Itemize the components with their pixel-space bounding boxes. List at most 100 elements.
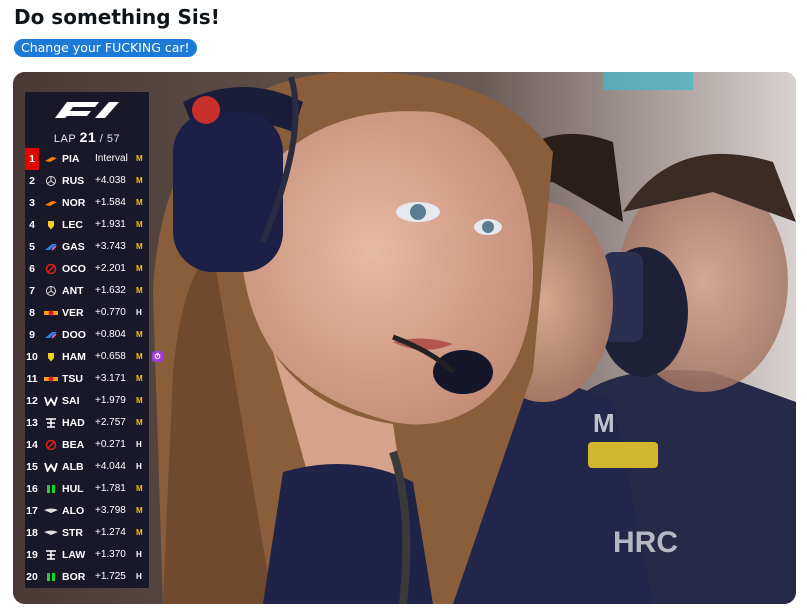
position-number: 14: [26, 439, 38, 451]
standings-row: 5 GAS +3.743 M: [25, 236, 149, 258]
redbull-icon: [44, 376, 58, 382]
post-title: Do something Sis!: [14, 5, 220, 29]
tyre-compound: M: [136, 198, 143, 207]
astonmartin-icon: [44, 530, 58, 535]
tyre-compound: M: [136, 418, 143, 427]
racingbulls-icon: [46, 418, 56, 428]
standings-row: 6 OCO +2.201 M: [25, 258, 149, 280]
interval-gap: +2.757: [95, 417, 126, 428]
tyre-compound: M: [136, 154, 143, 163]
lap-total: / 57: [99, 133, 121, 145]
position-number: 12: [26, 395, 38, 407]
position-number: 1: [25, 148, 39, 170]
position-number: 10: [26, 351, 38, 363]
interval-gap: +3.798: [95, 505, 126, 516]
williams-icon: [44, 462, 58, 472]
position-number: 8: [29, 307, 35, 319]
tyre-compound: M: [136, 374, 143, 383]
standings-row: 14 BEA +0.271 H: [25, 434, 149, 456]
driver-code: HAD: [62, 417, 85, 429]
sauber-icon: [47, 573, 55, 581]
tyre-compound: M: [136, 506, 143, 515]
standings-row: 20 BOR +1.725 H: [25, 566, 149, 588]
f1-timing-tower: LAP 21 / 57 1 PIA Interval M 2 RUS +4.038 M 3 NOR…: [25, 92, 163, 588]
standings-row: 16 HUL +1.781 M: [25, 478, 149, 500]
haas-icon: [45, 264, 57, 274]
driver-code: HUL: [62, 483, 84, 495]
tyre-compound: H: [136, 550, 142, 559]
fastest-lap-icon: ⏱: [152, 351, 163, 362]
driver-code: OCO: [62, 263, 86, 275]
standings-row: 4 LEC +1.931 M: [25, 214, 149, 236]
interval-gap: +1.781: [95, 483, 126, 494]
position-number: 13: [26, 417, 38, 429]
tyre-compound: H: [136, 572, 142, 581]
tyre-compound: M: [136, 264, 143, 273]
tyre-compound: M: [136, 396, 143, 405]
position-number: 6: [29, 263, 35, 275]
standings-row: 12 SAI +1.979 M: [25, 390, 149, 412]
interval-gap: +1.725: [95, 571, 126, 582]
driver-code: STR: [62, 527, 83, 539]
standings-row: 19 LAW +1.370 H: [25, 544, 149, 566]
alpine-icon: [45, 244, 57, 251]
driver-code: ALB: [62, 461, 84, 473]
driver-code: LEC: [62, 219, 83, 231]
standings-row: 13 HAD +2.757 M: [25, 412, 149, 434]
tyre-compound: M: [136, 220, 143, 229]
lap-counter: LAP 21 / 57: [25, 126, 149, 148]
position-number: 2: [29, 175, 35, 187]
driver-code: SAI: [62, 395, 80, 407]
tyre-compound: M: [136, 484, 143, 493]
lap-current: 21: [79, 129, 97, 145]
williams-icon: [44, 396, 58, 406]
standings-row: 7 ANT +1.632 M: [25, 280, 149, 302]
interval-gap: +1.979: [95, 395, 126, 406]
interval-gap: +3.171: [95, 373, 126, 384]
redbull-icon: [44, 310, 58, 316]
driver-code: HAM: [62, 351, 86, 363]
position-number: 3: [29, 197, 35, 209]
standings-row: 18 STR +1.274 M: [25, 522, 149, 544]
driver-code: PIA: [62, 153, 80, 165]
tyre-compound: M: [136, 352, 143, 361]
interval-gap: +1.931: [95, 219, 126, 230]
standings-row: 2 RUS +4.038 M: [25, 170, 149, 192]
driver-code: ALO: [62, 505, 85, 517]
interval-gap: +0.271: [95, 439, 126, 450]
interval-gap: +1.632: [95, 285, 126, 296]
standings-row: 8 VER +0.770 H: [25, 302, 149, 324]
position-number: 18: [26, 527, 38, 539]
tyre-compound: H: [136, 462, 142, 471]
driver-code: DOO: [62, 329, 86, 341]
racingbulls-icon: [46, 550, 56, 560]
driver-code: BEA: [62, 439, 85, 451]
driver-code: ANT: [62, 285, 84, 297]
post-media-image[interactable]: M HRC LAP 21 / 57 1 PIA Interval M 2 RUS…: [13, 72, 796, 604]
interval-gap: +4.038: [95, 175, 126, 186]
standings-row: 10 HAM +0.658 M ⏱: [25, 346, 163, 368]
post-tag-link[interactable]: Change your FUCKING car!: [14, 39, 197, 57]
interval-gap: +4.044: [95, 461, 126, 472]
standings-row: 15 ALB +4.044 H: [25, 456, 149, 478]
driver-code: BOR: [62, 571, 86, 583]
interval-gap: +2.201: [95, 263, 126, 274]
svg-text:M: M: [593, 408, 615, 438]
f1-logo: [55, 102, 119, 118]
driver-code: VER: [62, 307, 84, 319]
mercedes-icon: [46, 286, 56, 296]
tyre-compound: H: [136, 440, 142, 449]
tyre-compound: M: [136, 242, 143, 251]
ferrari-icon: [48, 221, 54, 230]
standings-row: 1 PIA Interval M: [25, 148, 149, 170]
mercedes-icon: [46, 176, 56, 186]
mclaren-icon: [45, 157, 57, 162]
alpine-icon: [45, 332, 57, 339]
tyre-compound: M: [136, 176, 143, 185]
haas-icon: [45, 440, 57, 450]
interval-gap: Interval: [95, 153, 128, 164]
astonmartin-icon: [44, 508, 58, 513]
tyre-compound: M: [136, 528, 143, 537]
position-number: 17: [26, 505, 38, 517]
position-number: 9: [29, 329, 35, 341]
